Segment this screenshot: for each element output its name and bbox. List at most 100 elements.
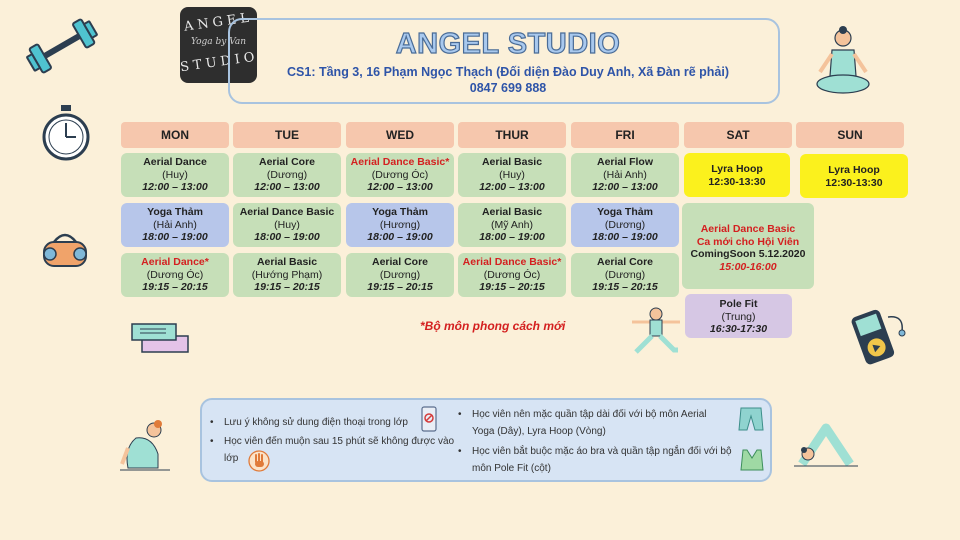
class-time: 12:30-13:30: [708, 175, 766, 188]
class-name: Aerial Core: [596, 256, 654, 268]
class-mon-2: Yoga Thảm (Hải Anh) 18:00 – 19:00: [121, 203, 229, 247]
day-header-fri: FRI: [571, 122, 679, 148]
class-wed-1: Aerial Dance Basic* (Dương Óc) 12:00 – 1…: [346, 153, 454, 197]
class-subtitle: Ca mới cho Hội Viên: [696, 235, 800, 248]
meditation-figure-icon: [816, 26, 870, 94]
class-coming-soon: ComingSoon 5.12.2020: [690, 248, 806, 260]
class-teacher: (Trung): [721, 310, 756, 323]
class-time: 18:00 – 19:00: [479, 231, 545, 243]
class-name: Aerial Basic: [481, 156, 543, 168]
day-header-tue: TUE: [233, 122, 341, 148]
rule-late-line1: Học viên đến muộn sau 15 phút sẽ không đ…: [224, 436, 455, 447]
no-phone-icon: [421, 406, 437, 432]
yoga-mat-icon: [131, 323, 189, 353]
class-teacher: (Dương): [604, 218, 646, 231]
class-wed-2: Yoga Thảm (Hương) 18:00 – 19:00: [346, 203, 454, 247]
class-mon-1: Aerial Dance (Huy) 12:00 – 13:00: [121, 153, 229, 197]
page-title: ANGEL STUDIO: [395, 27, 621, 60]
class-teacher: (Dương Óc): [371, 168, 429, 181]
class-name: Aerial Dance*: [141, 256, 209, 268]
day-header-thur: THUR: [458, 122, 566, 148]
new-style-note: *Bộ môn phong cách mới: [420, 319, 566, 333]
class-time: 18:00 – 19:00: [142, 231, 208, 243]
class-name: Aerial Dance: [143, 156, 207, 168]
stopwatch-icon: [42, 105, 90, 161]
class-name: Aerial Basic: [256, 256, 318, 268]
class-name: Aerial Basic: [481, 206, 543, 218]
class-tue-1: Aerial Core (Dương) 12:00 – 13:00: [233, 153, 341, 197]
day-header-mon: MON: [121, 122, 229, 148]
day-header-sun: SUN: [796, 122, 904, 148]
class-time: 19:15 – 20:15: [367, 281, 433, 293]
rule-no-phone: Lưu ý không sử dung điện thoại trong lớp: [210, 414, 408, 431]
class-name: Lyra Hoop: [711, 163, 763, 175]
class-teacher: (Hải Anh): [153, 218, 197, 231]
downward-dog-figure-icon: [794, 423, 858, 467]
class-teacher: (Hướng Phạm): [251, 268, 323, 281]
class-sat-1: Lyra Hoop 12:30-13:30: [684, 153, 790, 197]
class-teacher: (Dương): [604, 268, 646, 281]
rule-late-line2: lớp: [224, 453, 239, 464]
class-teacher: (Hương): [379, 218, 421, 231]
class-fri-1: Aerial Flow (Hải Anh) 12:00 – 13:00: [571, 153, 679, 197]
class-name: Yoga Thảm: [372, 206, 428, 218]
rule-long-pants-line1: Học viên nên mặc quần tập dài đối với bộ…: [472, 409, 707, 420]
class-name: Pole Fit: [719, 298, 758, 310]
class-teacher: (Dương Óc): [483, 268, 541, 281]
class-name: Aerial Flow: [596, 156, 653, 168]
class-thur-2: Aerial Basic (Mỹ Anh) 18:00 – 19:00: [458, 203, 566, 247]
gym-bag-icon: [43, 233, 87, 267]
class-time: 18:00 – 19:00: [367, 231, 433, 243]
class-name: Yoga Thảm: [147, 206, 203, 218]
class-fri-2: Yoga Thảm (Dương) 18:00 – 19:00: [571, 203, 679, 247]
phone-number: 0847 699 888: [469, 81, 547, 95]
class-mon-3: Aerial Dance* (Dương Óc) 19:15 – 20:15: [121, 253, 229, 297]
class-time: 15:00-16:00: [719, 260, 777, 273]
class-time: 12:00 – 13:00: [592, 181, 658, 193]
class-time: 18:00 – 19:00: [254, 231, 320, 243]
class-time: 18:00 – 19:00: [592, 231, 658, 243]
day-header-wed: WED: [346, 122, 454, 148]
rule-pole-fit-line2: môn Pole Fit (cột): [472, 463, 551, 474]
class-time: 12:00 – 13:00: [479, 181, 545, 193]
class-time: 19:15 – 20:15: [479, 281, 545, 293]
class-time: 12:00 – 13:00: [367, 181, 433, 193]
class-time: 19:15 – 20:15: [592, 281, 658, 293]
long-pants-icon: [738, 407, 764, 431]
class-thur-3: Aerial Dance Basic* (Dương Óc) 19:15 – 2…: [458, 253, 566, 297]
class-teacher: (Dương Óc): [146, 268, 204, 281]
class-teacher: (Huy): [499, 168, 525, 181]
class-teacher: (Dương): [266, 168, 308, 181]
day-header-sat: SAT: [684, 122, 792, 148]
class-wed-3: Aerial Core (Dương) 19:15 – 20:15: [346, 253, 454, 297]
class-time: 12:30-13:30: [825, 176, 883, 189]
rule-pole-fit-line1: Học viên bắt buộc mặc áo bra và quần tập…: [472, 446, 732, 457]
address: CS1: Tầng 3, 16 Phạm Ngọc Thạch (Đối diệ…: [287, 65, 729, 79]
rule-long-pants: Học viên nên mặc quần tập dài đối với bộ…: [458, 406, 734, 440]
music-player-icon: [851, 309, 906, 365]
class-name: Aerial Dance Basic*: [350, 156, 450, 168]
class-tue-2: Aerial Dance Basic (Huy) 18:00 – 19:00: [233, 203, 341, 247]
dumbbell-icon: [26, 18, 98, 74]
class-name: Aerial Core: [371, 256, 429, 268]
class-time: 19:15 – 20:15: [254, 281, 320, 293]
rules-box: Lưu ý không sử dung điện thoại trong lớp…: [200, 398, 772, 482]
class-sat-2: Aerial Dance Basic Ca mới cho Hội Viên C…: [682, 203, 814, 289]
class-time: 19:15 – 20:15: [142, 281, 208, 293]
class-thur-1: Aerial Basic (Huy) 12:00 – 13:00: [458, 153, 566, 197]
stop-hand-icon: [248, 450, 270, 472]
sports-bra-icon: [740, 449, 764, 471]
class-sat-3: Pole Fit (Trung) 16:30-17:30: [685, 294, 792, 338]
class-time: 12:00 – 13:00: [142, 181, 208, 193]
class-teacher: (Dương): [379, 268, 421, 281]
class-teacher: (Mỹ Anh): [490, 218, 533, 231]
rule-long-pants-line2: Yoga (Dây), Lyra Hoop (Vòng): [472, 426, 606, 437]
class-teacher: (Huy): [162, 168, 188, 181]
class-teacher: (Huy): [274, 218, 300, 231]
class-name: Yoga Thảm: [597, 206, 653, 218]
class-fri-3: Aerial Core (Dương) 19:15 – 20:15: [571, 253, 679, 297]
class-name: Aerial Dance Basic*: [462, 256, 562, 268]
rule-pole-fit: Học viên bắt buộc mặc áo bra và quần tập…: [458, 443, 734, 477]
warrior-pose-figure-icon: [632, 307, 680, 354]
class-teacher: (Hải Anh): [603, 168, 647, 181]
